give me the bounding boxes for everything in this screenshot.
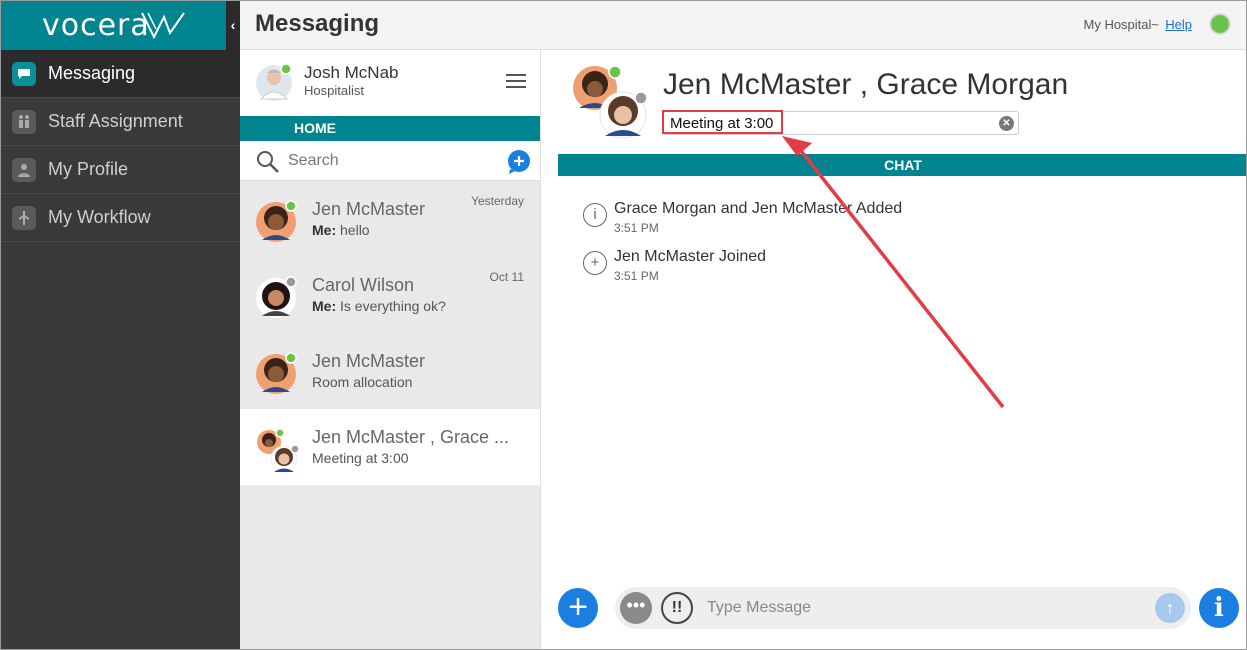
message-composer: ••• !! ↑ [615,587,1191,629]
clear-icon[interactable]: ✕ [999,116,1014,131]
event-text: Jen McMaster Joined [614,248,767,265]
event-text: Grace Morgan and Jen McMaster Added [614,200,903,217]
search-icon [257,151,279,173]
user-status-indicator[interactable] [1209,13,1231,35]
sidebar-item-messaging[interactable]: Messaging [0,50,240,98]
sidebar-item-label: My Workflow [48,207,151,227]
conversation-item[interactable]: Carol Wilson Me: Is everything ok? Oct 1… [240,257,540,333]
sidebar-item-label: My Profile [48,159,129,179]
collapse-sidebar-button[interactable]: ‹ [226,0,240,50]
conversation-item[interactable]: Jen McMaster Me: hello Yesterday [240,181,540,257]
event-time: 3:51 PM [614,269,659,283]
brand-header: vocera ‹ [0,0,240,50]
chat-bubble-icon [12,61,36,86]
chat-info-button[interactable]: i [1199,588,1239,628]
urgent-icon[interactable]: !! [661,592,693,624]
contact-avatar [256,352,297,394]
more-options-icon[interactable]: ••• [620,592,652,624]
conversation-name: Jen McMaster , Grace ... [312,427,510,447]
event-time: 3:51 PM [614,221,659,235]
vocera-logo-mark-icon [141,12,185,39]
help-link[interactable]: Help [1165,17,1192,32]
page-title: Messaging [255,10,380,37]
conversation-date: Oct 11 [489,270,524,284]
conversation-item[interactable]: Jen McMaster Room allocation [240,333,540,409]
plus-circle-icon: + [583,251,607,275]
user-avatar [256,63,292,101]
staff-icon [12,109,36,134]
workflow-icon [12,205,36,230]
search-input[interactable]: Search [288,152,339,170]
add-attachment-button[interactable]: + [558,588,598,628]
home-section-bar[interactable]: HOME [240,116,540,141]
new-message-icon[interactable] [506,149,532,175]
contact-avatar [256,200,297,242]
info-icon: i [583,203,607,227]
conversation-name: Carol Wilson [312,275,415,295]
conversation-name: Jen McMaster [312,351,426,371]
sidebar-item-staff-assignment[interactable]: Staff Assignment [0,98,240,146]
current-user-header: Josh McNab Hospitalist [240,50,540,116]
profile-icon [12,157,36,182]
chat-title: Jen McMaster , Grace Morgan [663,68,1069,101]
message-input[interactable] [707,596,1137,620]
sidebar-item-label: Staff Assignment [48,111,183,131]
conversation-name: Jen McMaster [312,199,426,219]
chat-group-avatar [573,65,648,139]
conversation-list-panel: Josh McNab Hospitalist HOME Search Jen M… [240,50,540,650]
search-bar[interactable]: Search [240,141,540,181]
chat-topic-field[interactable]: ✕ [663,111,1019,135]
conversation-item-selected[interactable]: Jen McMaster , Grace ... Meeting at 3:00 [240,409,540,485]
conversation-preview: Room allocation [312,374,413,390]
contact-avatar [256,276,297,318]
sidebar-item-label: Messaging [48,63,136,83]
top-bar: Messaging My Hospital~ Help [240,0,1247,50]
hamburger-menu-icon[interactable] [506,74,526,92]
chat-panel: Jen McMaster , Grace Morgan ✕ CHAT i Gra… [540,50,1247,650]
chat-section-bar: CHAT [558,154,1247,176]
vocera-logo: vocera [42,8,150,43]
group-avatar [257,428,300,473]
hospital-selector[interactable]: My Hospital~ [1084,17,1160,32]
user-role: Hospitalist [304,83,364,98]
conversation-preview: Me: hello [312,222,370,238]
sidebar-item-my-workflow[interactable]: My Workflow [0,194,240,242]
chat-topic-input[interactable] [664,112,964,134]
user-name: Josh McNab [304,63,399,82]
conversation-preview: Meeting at 3:00 [312,450,409,466]
conversation-preview: Me: Is everything ok? [312,298,446,314]
conversation-date: Yesterday [471,194,524,208]
sidebar-item-my-profile[interactable]: My Profile [0,146,240,194]
send-icon[interactable]: ↑ [1155,593,1185,623]
sidebar: vocera ‹ Messaging Staff Assignment My P… [0,0,240,650]
